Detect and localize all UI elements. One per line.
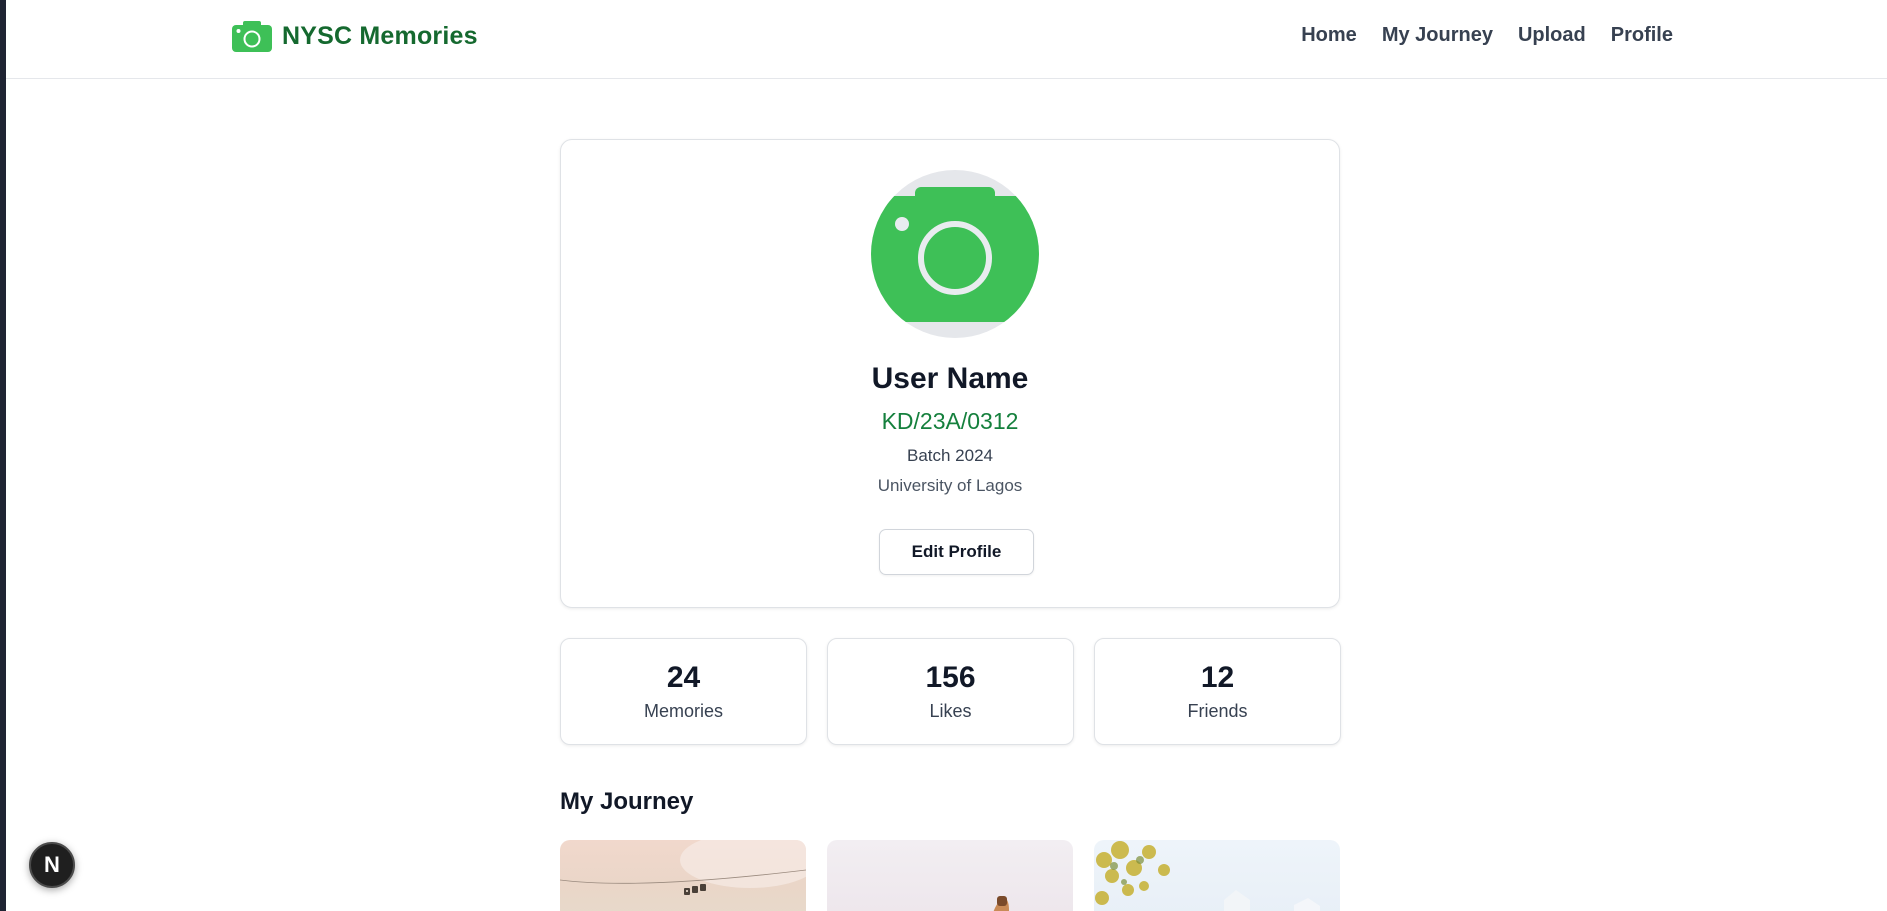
profile-card: User Name KD/23A/0312 Batch 2024 Univers… bbox=[560, 139, 1340, 608]
journey-photo-3[interactable] bbox=[1094, 840, 1340, 911]
nav-link-upload[interactable]: Upload bbox=[1518, 24, 1586, 47]
page: NYSC Memories Home My Journey Upload Pro… bbox=[6, 0, 1887, 911]
photo-thumbnail bbox=[560, 840, 806, 895]
user-school: University of Lagos bbox=[877, 476, 1023, 495]
section-title-my-journey: My Journey bbox=[560, 788, 694, 815]
stat-value: 24 bbox=[666, 661, 701, 694]
stat-value: 12 bbox=[1200, 661, 1235, 694]
user-state-code: KD/23A/0312 bbox=[881, 408, 1019, 434]
stat-card-friends[interactable]: 12 Friends bbox=[1094, 638, 1341, 745]
nav-link-home[interactable]: Home bbox=[1301, 24, 1357, 47]
stat-card-memories[interactable]: 24 Memories bbox=[560, 638, 807, 745]
stat-value: 156 bbox=[925, 661, 976, 694]
brand-logo-link[interactable]: NYSC Memories bbox=[232, 20, 478, 52]
main-nav: Home My Journey Upload Profile bbox=[1301, 24, 1673, 47]
stat-label: Likes bbox=[929, 701, 972, 721]
nextjs-dev-indicator[interactable]: N bbox=[29, 842, 75, 888]
user-name: User Name bbox=[871, 362, 1029, 395]
avatar bbox=[871, 170, 1039, 338]
photo-thumbnail bbox=[1095, 841, 1320, 911]
edit-profile-button[interactable]: Edit Profile bbox=[879, 529, 1034, 575]
stat-card-likes[interactable]: 156 Likes bbox=[827, 638, 1074, 745]
camera-icon bbox=[232, 21, 272, 52]
stat-label: Friends bbox=[1187, 701, 1248, 721]
brand-name: NYSC Memories bbox=[282, 21, 478, 50]
top-navbar: NYSC Memories Home My Journey Upload Pro… bbox=[6, 0, 1887, 79]
journey-photo-1[interactable] bbox=[560, 840, 806, 911]
user-batch: Batch 2024 bbox=[906, 446, 993, 465]
stat-label: Memories bbox=[643, 701, 723, 721]
journey-photo-2[interactable] bbox=[827, 840, 1073, 911]
nav-link-profile[interactable]: Profile bbox=[1611, 24, 1673, 47]
camera-icon bbox=[871, 187, 1039, 322]
nav-link-my-journey[interactable]: My Journey bbox=[1382, 24, 1493, 47]
photo-thumbnail bbox=[993, 896, 1009, 911]
